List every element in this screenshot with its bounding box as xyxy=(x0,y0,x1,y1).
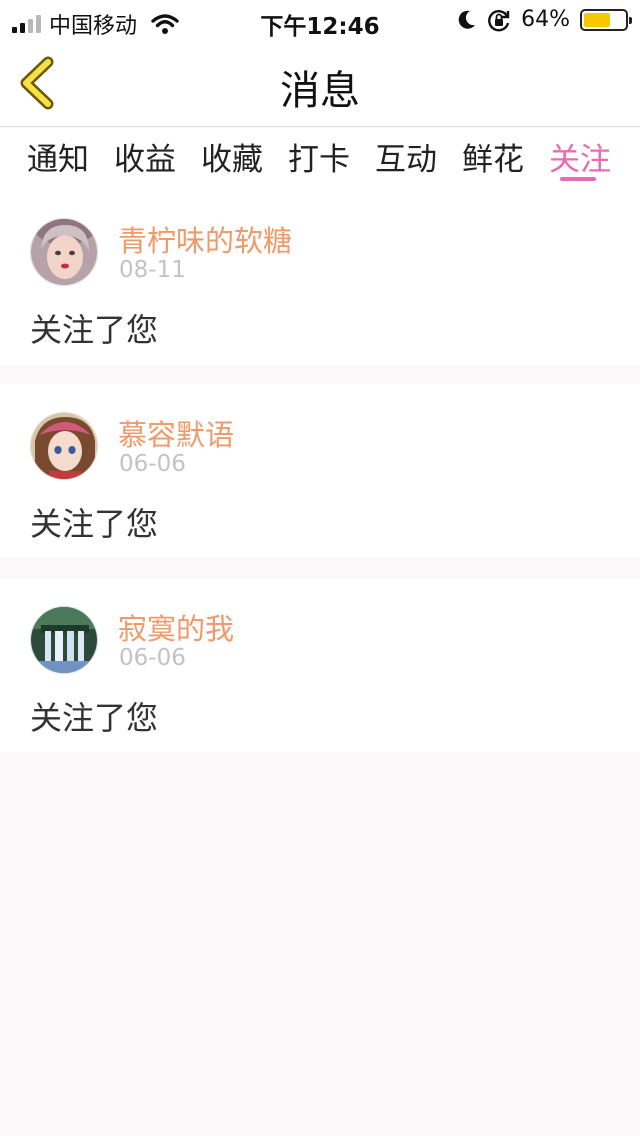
avatar[interactable] xyxy=(30,218,98,286)
avatar[interactable] xyxy=(30,606,98,674)
tab-label: 收益 xyxy=(114,142,176,178)
message-list: 青柠味的软糖 08-11 关注了您 慕容默语 06-06 关注了您 寂寞的我 0… xyxy=(0,190,640,772)
tab-favorites[interactable]: 收藏 xyxy=(192,134,272,186)
tab-notifications[interactable]: 通知 xyxy=(18,134,98,186)
battery-percent: 64% xyxy=(521,7,570,32)
tab-earnings[interactable]: 收益 xyxy=(105,134,185,186)
tab-label: 互动 xyxy=(375,142,437,178)
tab-label: 打卡 xyxy=(288,142,350,178)
status-right: 64% xyxy=(457,7,632,32)
status-bar: 中国移动 下午12:46 64% xyxy=(0,0,640,40)
battery-fill xyxy=(584,12,610,27)
message-date: 06-06 xyxy=(119,645,186,671)
battery-icon xyxy=(580,8,632,31)
tab-checkin[interactable]: 打卡 xyxy=(279,134,359,186)
moon-icon xyxy=(457,9,477,31)
list-item[interactable]: 慕容默语 06-06 关注了您 xyxy=(0,384,640,558)
message-text: 关注了您 xyxy=(30,505,159,543)
list-item[interactable]: 青柠味的软糖 08-11 关注了您 xyxy=(0,190,640,364)
message-text: 关注了您 xyxy=(30,311,159,349)
message-date: 08-11 xyxy=(119,257,186,283)
username[interactable]: 寂寞的我 xyxy=(118,606,234,648)
tab-interactions[interactable]: 互动 xyxy=(366,134,446,186)
tab-label: 鲜花 xyxy=(462,142,524,178)
tab-label: 收藏 xyxy=(201,142,263,178)
rotation-lock-icon xyxy=(487,8,511,32)
list-item[interactable]: 寂寞的我 06-06 关注了您 xyxy=(0,578,640,752)
tab-follows[interactable]: 关注 xyxy=(540,134,620,186)
page-title: 消息 xyxy=(280,68,360,114)
username[interactable]: 青柠味的软糖 xyxy=(118,218,292,260)
page: 中国移动 下午12:46 64% 消息 通知 收益 收藏 打卡 互动 鲜花 关注… xyxy=(0,0,640,1136)
active-tab-indicator xyxy=(560,177,596,181)
tab-flowers[interactable]: 鲜花 xyxy=(453,134,533,186)
avatar[interactable] xyxy=(30,412,98,480)
tab-label: 关注 xyxy=(549,142,611,178)
tab-label: 通知 xyxy=(27,142,89,178)
tab-bar: 通知 收益 收藏 打卡 互动 鲜花 关注 xyxy=(0,128,640,190)
nav-bar: 消息 xyxy=(0,40,640,127)
message-date: 06-06 xyxy=(119,451,186,477)
message-text: 关注了您 xyxy=(30,699,159,737)
username[interactable]: 慕容默语 xyxy=(118,412,234,454)
